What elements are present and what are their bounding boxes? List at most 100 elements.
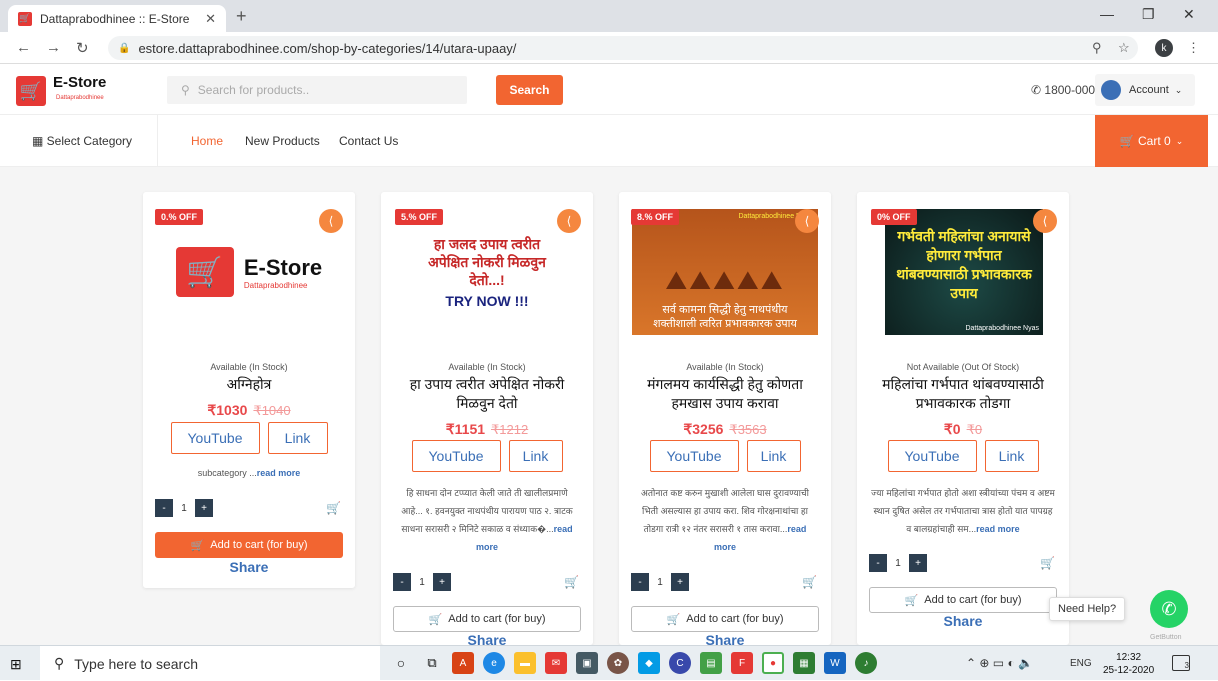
add-to-cart-button[interactable]: 🛒 Add to cart (for buy) bbox=[155, 532, 343, 558]
store-icon[interactable]: ▣ bbox=[576, 652, 598, 674]
read-more-link[interactable]: read more bbox=[257, 468, 301, 478]
qty-minus-button[interactable]: - bbox=[631, 573, 649, 591]
qty-plus-button[interactable]: + bbox=[433, 573, 451, 591]
product-title[interactable]: अग्निहोत्र bbox=[153, 375, 345, 394]
url-field[interactable]: 🔒 estore.dattaprabodhinee.com/shop-by-ca… bbox=[108, 36, 1138, 60]
tab-close-icon[interactable]: ✕ bbox=[205, 11, 216, 27]
bookmark-star-icon[interactable]: ☆ bbox=[1118, 40, 1130, 56]
close-window-icon[interactable]: ✕ bbox=[1183, 6, 1195, 23]
cart-icon: 🛒 bbox=[904, 594, 925, 607]
acrobat-icon[interactable]: A bbox=[452, 652, 474, 674]
file-explorer-icon[interactable]: ▬ bbox=[514, 652, 536, 674]
app-icon[interactable]: ▦ bbox=[793, 652, 815, 674]
select-category-button[interactable]: ▦ Select Category bbox=[32, 134, 132, 148]
add-to-cart-button[interactable]: 🛒 Add to cart (for buy) bbox=[393, 606, 581, 632]
nav-new-products[interactable]: New Products bbox=[245, 134, 320, 148]
minimize-icon[interactable]: — bbox=[1100, 6, 1114, 22]
app-icon[interactable]: C bbox=[669, 652, 691, 674]
browser-menu-icon[interactable]: ⋮ bbox=[1187, 40, 1200, 56]
old-price: ₹1040 bbox=[253, 403, 291, 418]
youtube-button[interactable]: YouTube bbox=[649, 440, 739, 472]
mail-icon[interactable]: ✉ bbox=[545, 652, 567, 674]
link-button[interactable]: Link bbox=[508, 440, 563, 472]
qty-plus-button[interactable]: + bbox=[671, 573, 689, 591]
add-to-cart-button[interactable]: 🛒 Add to cart (for buy) bbox=[631, 606, 819, 632]
product-title[interactable]: महिलांचा गर्भपात थांबवण्यासाठी प्रभावकार… bbox=[867, 375, 1059, 413]
product-image[interactable]: 🛒 E-Store Dattaprabodhinee bbox=[156, 209, 342, 335]
reload-icon[interactable]: ↻ bbox=[76, 39, 89, 57]
qty-value[interactable]: 1 bbox=[649, 577, 671, 588]
language-indicator[interactable]: ENG bbox=[1070, 658, 1092, 669]
whatsapp-icon[interactable]: ✆ bbox=[1150, 590, 1188, 628]
cortana-icon[interactable]: ○ bbox=[390, 652, 412, 674]
youtube-button[interactable]: YouTube bbox=[170, 422, 260, 454]
app-icon[interactable]: ♪ bbox=[855, 652, 877, 674]
yogis-figures: ⛰⛰⛰⛰⛰ bbox=[665, 265, 785, 295]
logo-name[interactable]: E-Store bbox=[53, 74, 106, 91]
share-link[interactable]: Share bbox=[857, 613, 1069, 629]
product-image[interactable]: गर्भवती महिलांचा अनायासे होणारा गर्भपात … bbox=[885, 209, 1043, 335]
need-help-tooltip[interactable]: Need Help? bbox=[1049, 597, 1126, 621]
edge-icon[interactable]: e bbox=[483, 652, 505, 674]
profile-avatar[interactable]: k bbox=[1155, 39, 1173, 57]
back-icon[interactable]: ← bbox=[16, 39, 31, 56]
cart-outline-icon[interactable]: 🛒 bbox=[326, 501, 341, 515]
cart-icon: 🛒 bbox=[190, 539, 211, 552]
add-to-cart-button[interactable]: 🛒 Add to cart (for buy) bbox=[869, 587, 1057, 613]
qty-minus-button[interactable]: - bbox=[869, 554, 887, 572]
logo-subtitle: Dattaprabodhinee bbox=[56, 95, 104, 101]
share-icon[interactable]: ⟨ bbox=[1033, 209, 1057, 233]
qty-plus-button[interactable]: + bbox=[909, 554, 927, 572]
qty-value[interactable]: 1 bbox=[173, 503, 195, 514]
share-icon[interactable]: ⟨ bbox=[795, 209, 819, 233]
windows-start-icon[interactable]: ⊞ bbox=[10, 656, 22, 673]
quantity-stepper: - 1 + bbox=[393, 573, 451, 591]
cart-outline-icon[interactable]: 🛒 bbox=[1040, 556, 1055, 570]
app-icon[interactable]: F bbox=[731, 652, 753, 674]
browser-tab[interactable]: 🛒 Dattaprabodhinee :: E-Store ✕ bbox=[8, 5, 226, 32]
link-button[interactable]: Link bbox=[984, 440, 1039, 472]
chrome-icon[interactable]: ● bbox=[762, 652, 784, 674]
taskbar-search-input[interactable]: ⚲ Type here to search bbox=[40, 646, 380, 681]
product-image[interactable]: हा जलद उपाय त्वरीत अपेक्षित नोकरी मिळवुन… bbox=[394, 209, 580, 335]
link-button[interactable]: Link bbox=[746, 440, 801, 472]
clock[interactable]: 12:32 25-12-2020 bbox=[1103, 651, 1154, 677]
restore-icon[interactable]: ❐ bbox=[1142, 6, 1155, 23]
zoom-icon[interactable]: ⚲ bbox=[1092, 40, 1102, 56]
link-button[interactable]: Link bbox=[267, 422, 328, 454]
share-link[interactable]: Share bbox=[143, 559, 355, 575]
cart-outline-icon[interactable]: 🛒 bbox=[564, 575, 579, 589]
search-button[interactable]: Search bbox=[496, 75, 563, 105]
share-icon[interactable]: ⟨ bbox=[557, 209, 581, 233]
qty-minus-button[interactable]: - bbox=[155, 499, 173, 517]
qty-minus-button[interactable]: - bbox=[393, 573, 411, 591]
share-icon[interactable]: ⟨ bbox=[319, 209, 343, 233]
nav-contact-us[interactable]: Contact Us bbox=[339, 134, 398, 148]
logo-cart-icon[interactable]: 🛒 bbox=[16, 76, 46, 106]
product-title[interactable]: हा उपाय त्वरीत अपेक्षित नोकरी मिळवुन देत… bbox=[391, 375, 583, 413]
qty-value[interactable]: 1 bbox=[411, 577, 433, 588]
notification-icon[interactable]: 3 bbox=[1172, 655, 1190, 671]
app-icon[interactable]: ◆ bbox=[638, 652, 660, 674]
forward-icon[interactable]: → bbox=[46, 39, 61, 56]
qty-value[interactable]: 1 bbox=[887, 558, 909, 569]
app-icon[interactable]: ▤ bbox=[700, 652, 722, 674]
app-icon[interactable]: ✿ bbox=[607, 652, 629, 674]
product-image[interactable]: Dattaprabodhinee Nyas ⛰⛰⛰⛰⛰ सर्व कामना स… bbox=[632, 209, 818, 335]
qty-plus-button[interactable]: + bbox=[195, 499, 213, 517]
cart-icon: 🛒 bbox=[428, 613, 449, 626]
cart-outline-icon[interactable]: 🛒 bbox=[802, 575, 817, 589]
product-title[interactable]: मंगलमय कार्यसिद्धी हेतु कोणता हमखास उपाय… bbox=[629, 375, 821, 413]
new-tab-icon[interactable]: + bbox=[236, 6, 247, 27]
nav-home[interactable]: Home bbox=[191, 134, 223, 148]
youtube-button[interactable]: YouTube bbox=[411, 440, 501, 472]
word-icon[interactable]: W bbox=[824, 652, 846, 674]
read-more-link[interactable]: read more bbox=[976, 524, 1020, 534]
youtube-button[interactable]: YouTube bbox=[887, 440, 977, 472]
task-view-icon[interactable]: ⧉ bbox=[421, 652, 443, 674]
cart-button[interactable]: 🛒 Cart 0 ⌄ bbox=[1095, 115, 1208, 167]
search-input[interactable]: ⚲ Search for products.. bbox=[167, 76, 467, 104]
windows-taskbar: ⊞ ⚲ Type here to search ○ ⧉ A e ▬ ✉ ▣ ✿ … bbox=[0, 645, 1218, 681]
system-tray-icons[interactable]: ⌃ ⊕ ▭ ◐ 🔈 bbox=[966, 656, 1033, 670]
account-dropdown[interactable]: Account ⌄ bbox=[1095, 74, 1195, 106]
